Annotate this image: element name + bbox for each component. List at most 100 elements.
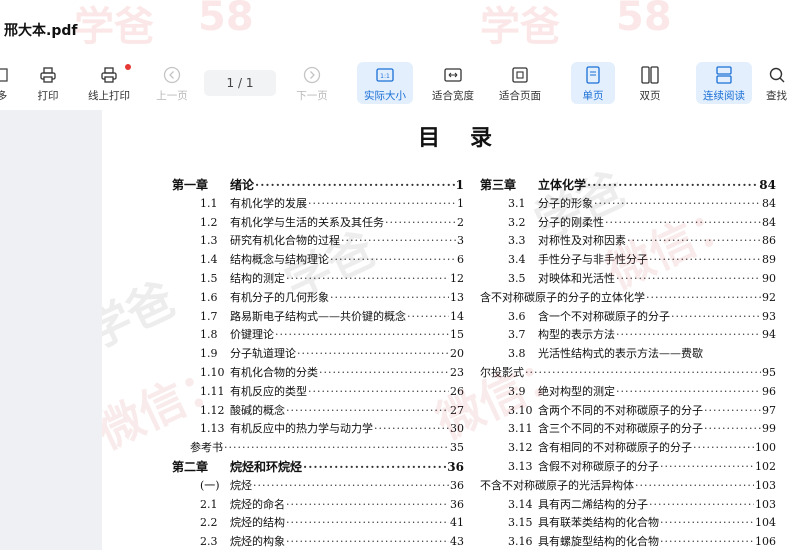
- toc-entry-page: 3: [457, 234, 464, 248]
- toc-leader-dots: ········································…: [286, 497, 449, 511]
- toc-entry-title: 有机化学的发展: [230, 196, 307, 210]
- printer-icon: [98, 65, 120, 85]
- toc-entry-title: 含三个不同的不对称碳原子的分子: [538, 422, 703, 436]
- toc-entry: 3.12 含有相同的不对称碳原子的分子······················…: [508, 439, 776, 457]
- toc-entry-number: 1.2: [200, 215, 218, 229]
- toc-leader-dots: ········································…: [635, 478, 754, 492]
- fit-page-button[interactable]: 适合页面: [494, 62, 546, 104]
- toc-entry-page: 36: [447, 460, 464, 474]
- toc-entry-title: 对映体和光活性: [538, 272, 615, 285]
- toc-entry: 3.14 具有丙二烯结构的分子··························…: [508, 496, 776, 514]
- toc-entry-page: 84: [762, 215, 776, 229]
- toc-leader-dots: ········································…: [671, 309, 761, 323]
- toc-entry-title: 有机反应的类型: [230, 384, 307, 398]
- toc-entry: 1.8 价键理论 ·································…: [200, 326, 464, 344]
- toc-entry-page: 12: [450, 272, 464, 285]
- toc-entry-page: 84: [759, 178, 776, 192]
- printer-icon: [37, 65, 59, 85]
- toc-entry-page: 89: [762, 253, 776, 267]
- toc-entry-page: 99: [762, 422, 776, 436]
- toc-leader-dots: ········································…: [275, 328, 449, 342]
- toc-entry-page: 104: [755, 516, 776, 530]
- toc-entry-page: 94: [762, 328, 776, 342]
- prev-page-button[interactable]: 上一页: [150, 62, 194, 104]
- toc-leader-dots: ········································…: [224, 441, 449, 455]
- toc-leader-dots: ········································…: [286, 535, 449, 549]
- notification-dot: [125, 64, 131, 70]
- toc-entry-page: 93: [762, 309, 776, 323]
- toc-entry-page: 43: [450, 535, 464, 549]
- toc-leader-dots: ········································…: [330, 290, 449, 304]
- double-page-button[interactable]: 双页: [628, 62, 672, 104]
- toc-entry-page: 92: [762, 290, 776, 304]
- toc-entry-title: 价键理论: [230, 328, 274, 342]
- toc-entry-title: 有机化合物的分类: [230, 366, 318, 379]
- toc-entry-number: 第二章: [172, 460, 209, 474]
- pdf-page[interactable]: 目录 第一章 绪论 ································…: [102, 110, 790, 550]
- toc-entry: 第二章 烷烃和环烷烃·······························…: [172, 458, 464, 476]
- toc-entry-number: (一): [200, 478, 220, 492]
- double-page-icon: [639, 65, 661, 85]
- continuous-reading-label: 连续阅读: [703, 90, 745, 102]
- toc-entry-page: 86: [762, 234, 776, 248]
- toc-entry-title: 烷烃的结构: [230, 516, 285, 530]
- toc-leader-dots: ········································…: [255, 178, 455, 192]
- toolbar-partial-button[interactable]: 多: [0, 62, 12, 104]
- actual-size-button[interactable]: 1:1 实际大小: [357, 62, 413, 104]
- toc-leader-dots: ········································…: [253, 478, 449, 492]
- toc-leader-dots: ········································…: [616, 328, 761, 342]
- toc-entry-number: 1.1: [200, 196, 218, 210]
- svg-text:1:1: 1:1: [380, 73, 390, 80]
- toc-entry-number: 3.4: [508, 253, 526, 267]
- toc-entry-page: 103: [755, 497, 776, 511]
- toc-entry-page: 14: [450, 309, 464, 323]
- toc-entry-number: 3.6: [508, 309, 526, 323]
- continuous-reading-button[interactable]: 连续阅读: [696, 62, 752, 104]
- toc-entry: 1.13 有机反应中的热力学与动力学·······················…: [200, 420, 464, 438]
- print-button[interactable]: 打印: [30, 62, 66, 104]
- find-label: 查找: [766, 90, 787, 102]
- toc-entry-page: 103: [755, 478, 776, 492]
- toc-entry-title: 酸碱的概念: [230, 403, 285, 417]
- next-page-button[interactable]: 下一页: [290, 62, 334, 104]
- find-button[interactable]: 查找: [766, 62, 790, 104]
- toc-entry: 3.13 含假不对称碳原子的分子·························…: [508, 458, 776, 476]
- toc-entry: 1.12 酸碱的概念 ·······························…: [200, 402, 464, 420]
- search-icon: [766, 65, 788, 85]
- single-page-button[interactable]: 单页: [571, 62, 615, 104]
- toc-entry: 2.2 烷烃的结构 ································…: [200, 514, 464, 532]
- actual-size-label: 实际大小: [364, 90, 406, 102]
- toc-entry-title: 参考书: [190, 441, 223, 455]
- toc-entry-number: 2.1: [200, 497, 218, 511]
- fit-width-button[interactable]: 适合宽度: [427, 62, 479, 104]
- toc-leader-dots: ········································…: [616, 384, 761, 398]
- toc-entry-page: 106: [755, 535, 776, 549]
- toc-entry-title: 结构的测定: [230, 272, 285, 285]
- page-number-input[interactable]: 1 / 1: [204, 70, 276, 96]
- toc-entry-title: 含有相同的不对称碳原子的分子: [538, 441, 692, 455]
- toc-entry-number: 2.2: [200, 516, 218, 530]
- fit-page-label: 适合页面: [499, 90, 541, 102]
- toc-entry-number: 3.16: [508, 535, 533, 549]
- toolbar: 多 打印 线上打印 上一页 1 / 1 下一页 1:1 实际大小 适合宽度 适合…: [0, 58, 790, 111]
- toc-leader-dots: ········································…: [649, 497, 754, 511]
- toc-entry-page: 36: [450, 497, 464, 511]
- toc-entry-page: 95: [762, 366, 776, 379]
- toc-entry-number: 1.7: [200, 309, 218, 323]
- side-panel: [0, 110, 102, 550]
- toc-entry-page: 84: [762, 196, 776, 210]
- toc-entry: 1.1 有机化学的发展 ······························…: [200, 195, 464, 213]
- toc-entry-page: 13: [450, 290, 464, 304]
- toc-entry: 3.16 具有螺旋型结构的化合物·························…: [508, 533, 776, 550]
- page-heading: 目录: [418, 125, 523, 151]
- toc-entry: 2.3 烷烃的构象 ································…: [200, 533, 464, 550]
- next-page-label: 下一页: [296, 90, 328, 102]
- document-icon: [0, 65, 13, 85]
- toc-entry-title: 绪论: [230, 178, 255, 192]
- toc-entry-title: 不含不对称碳原子的光活异构体: [480, 478, 634, 492]
- arrow-down-circle-icon: [301, 65, 323, 85]
- toc-leader-dots: ········································…: [319, 366, 449, 379]
- toc-entry-number: 1.4: [200, 253, 218, 267]
- toc-leader-dots: ········································…: [407, 309, 449, 323]
- prev-page-label: 上一页: [156, 90, 188, 102]
